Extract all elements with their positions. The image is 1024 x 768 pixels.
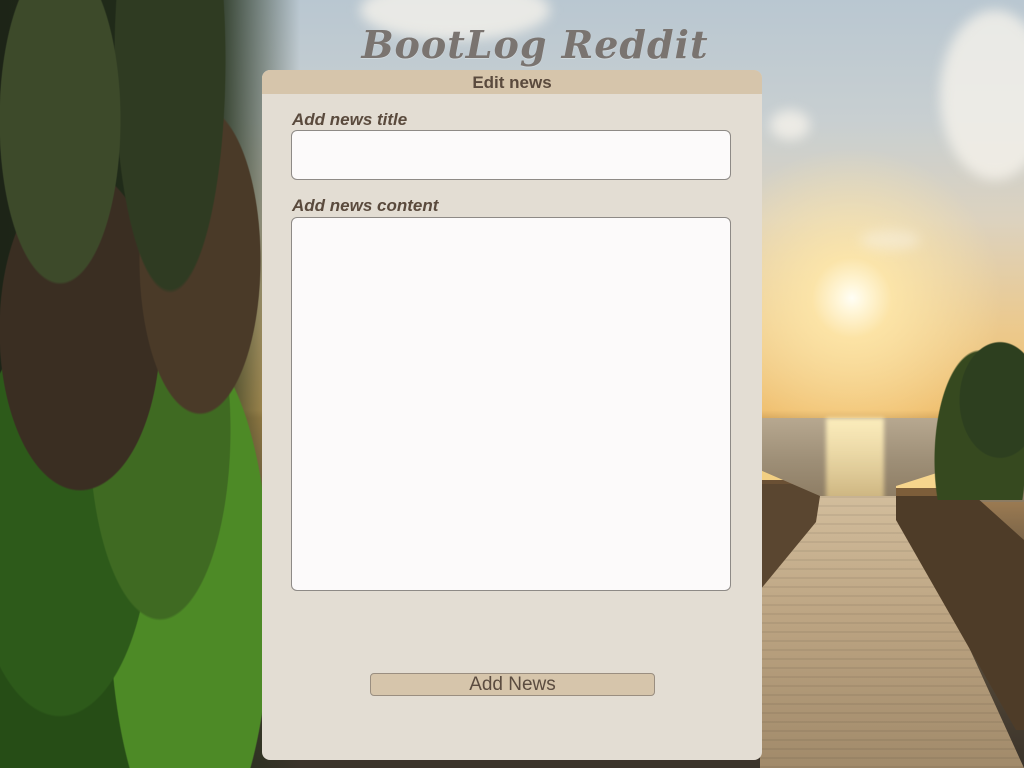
site-title: BootLog Reddit — [361, 22, 709, 67]
add-news-button[interactable]: Add News — [370, 673, 655, 696]
panel-header: Edit news — [262, 70, 762, 94]
edit-news-panel: Edit news Add news title Add news conten… — [262, 70, 762, 760]
news-content-label: Add news content — [292, 196, 439, 215]
news-title-input[interactable] — [291, 130, 731, 180]
news-content-textarea[interactable] — [291, 217, 731, 591]
news-title-label: Add news title — [292, 110, 408, 129]
